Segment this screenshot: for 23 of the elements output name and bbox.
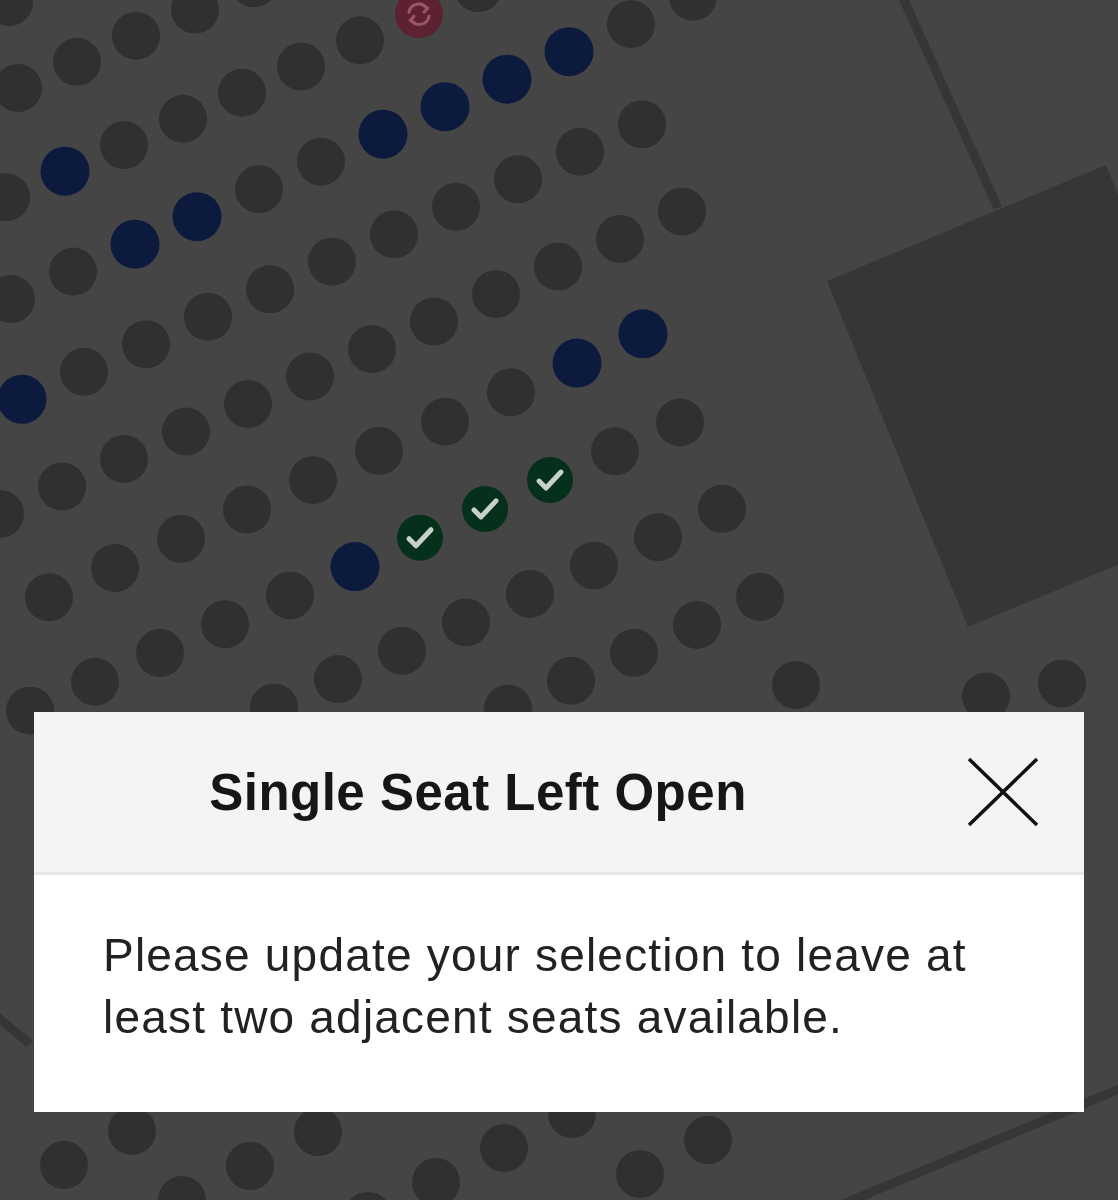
close-icon — [967, 757, 1039, 827]
available-seat[interactable] — [172, 192, 222, 242]
check-icon — [471, 498, 499, 520]
circular-arrows-icon — [407, 2, 431, 26]
map-line — [0, 1012, 33, 1048]
available-seat[interactable] — [618, 309, 668, 359]
check-icon — [406, 527, 434, 549]
available-seat[interactable] — [358, 109, 408, 159]
available-seat[interactable] — [552, 338, 602, 388]
available-seat[interactable] — [420, 82, 470, 132]
selected-seat[interactable] — [397, 514, 443, 561]
check-icon — [536, 469, 564, 491]
available-seat[interactable] — [0, 374, 47, 424]
selected-seat[interactable] — [527, 457, 573, 504]
available-seat[interactable] — [40, 146, 90, 196]
available-seat[interactable] — [482, 54, 532, 104]
available-seat[interactable] — [110, 219, 160, 269]
dialog-title: Single Seat Left Open — [208, 762, 748, 822]
special-seat[interactable] — [395, 0, 443, 39]
selected-seat[interactable] — [462, 485, 508, 532]
dialog-message: Please update your selection to leave at least two adjacent seats available. — [103, 928, 968, 1045]
available-seat[interactable] — [330, 542, 380, 592]
available-seat[interactable] — [544, 27, 594, 77]
